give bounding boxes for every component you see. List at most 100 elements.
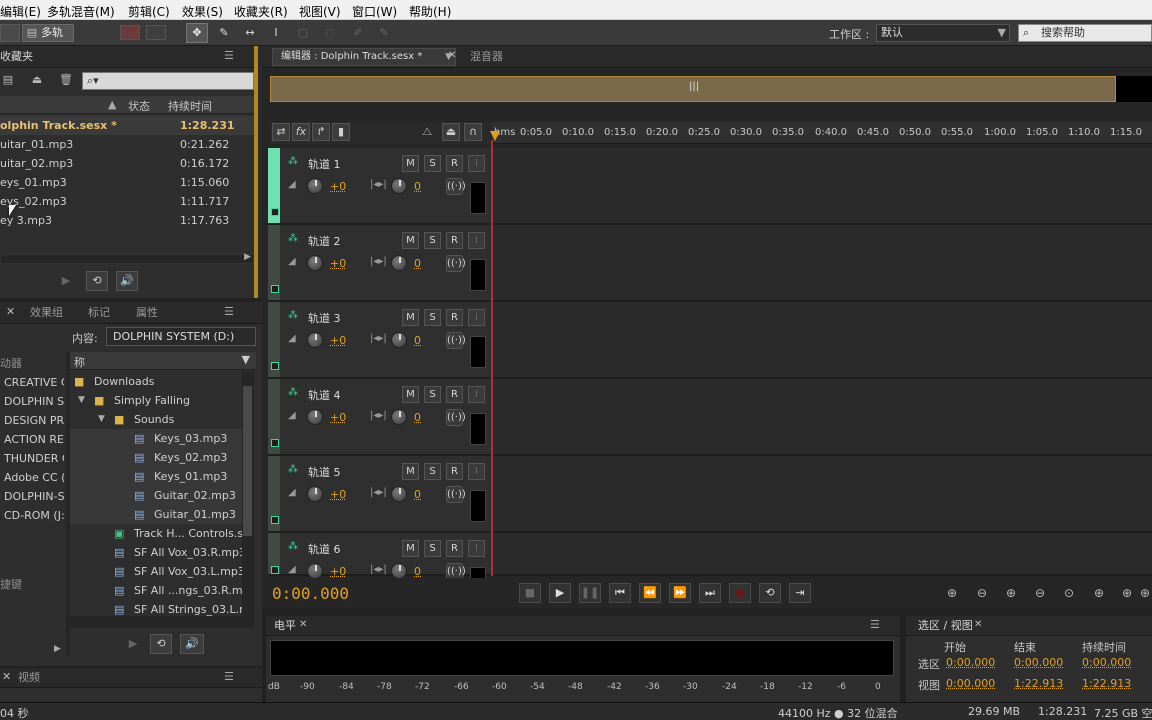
- io-toggle-icon[interactable]: ⇄: [272, 123, 290, 141]
- track-lane[interactable]: [492, 225, 1152, 302]
- spot-healing-tool-icon[interactable]: ✎: [374, 23, 394, 43]
- arm-record-button[interactable]: R: [446, 309, 463, 326]
- mute-button[interactable]: M: [402, 309, 419, 326]
- skip-clips-icon[interactable]: ⇥: [789, 583, 811, 603]
- mute-button[interactable]: M: [402, 232, 419, 249]
- tab-favorites[interactable]: 收藏夹: [0, 47, 33, 67]
- eq-toggle-icon[interactable]: ▮: [332, 123, 350, 141]
- multitrack-view-button[interactable]: ▤ 多轨: [22, 24, 74, 42]
- rewind-icon[interactable]: ⏪: [639, 583, 661, 603]
- pan-value[interactable]: 0: [414, 411, 421, 424]
- track-name[interactable]: 轨道 1: [308, 156, 341, 172]
- zoom-in-end-icon[interactable]: ⊕: [1118, 586, 1136, 602]
- input-monitor-button[interactable]: I: [468, 463, 485, 480]
- pan-knob[interactable]: [391, 486, 407, 502]
- track-header[interactable]: ⁂ 轨道 3 M S R I ◢ +0 |◂▸| 0 ((·)): [268, 302, 492, 379]
- pan-value[interactable]: 0: [414, 257, 421, 270]
- current-time-display[interactable]: 0:00.000: [272, 584, 349, 603]
- track-header[interactable]: ⁂ 轨道 5 M S R I ◢ +0 |◂▸| 0 ((·)): [268, 456, 492, 533]
- menu-help[interactable]: 帮助(H): [409, 3, 451, 20]
- pan-knob[interactable]: [391, 563, 407, 579]
- arm-record-button[interactable]: R: [446, 155, 463, 172]
- volume-knob[interactable]: [307, 409, 323, 425]
- solo-button[interactable]: S: [424, 386, 441, 403]
- file-row[interactable]: eys_01.mp3 1:15.060: [0, 173, 254, 192]
- column-duration[interactable]: 持续时间: [168, 98, 212, 114]
- pan-value[interactable]: 0: [414, 488, 421, 501]
- volume-knob[interactable]: [307, 486, 323, 502]
- loop-icon[interactable]: ⟲: [86, 271, 108, 291]
- output-routing-icon[interactable]: ((·)): [446, 178, 466, 195]
- loop-icon[interactable]: ⟲: [150, 634, 172, 654]
- volume-value[interactable]: +0: [330, 257, 346, 270]
- close-icon[interactable]: ✕: [299, 619, 307, 630]
- drive-item[interactable]: ACTION RE: [4, 430, 64, 449]
- files-horizontal-scrollbar[interactable]: ▶: [0, 252, 254, 264]
- menu-multitrack[interactable]: 多轨混音(M): [47, 3, 115, 20]
- browser-vertical-scrollbar[interactable]: [242, 372, 254, 620]
- mute-button[interactable]: M: [402, 540, 419, 557]
- mute-button[interactable]: M: [402, 386, 419, 403]
- pan-value[interactable]: 0: [414, 334, 421, 347]
- tab-editor[interactable]: 编辑器 : Dolphin Track.sesx * ▼: [272, 48, 456, 66]
- chevron-down-icon[interactable]: ▼: [242, 353, 250, 366]
- output-routing-icon[interactable]: ((·)): [446, 332, 466, 349]
- solo-button[interactable]: S: [424, 232, 441, 249]
- browser-horizontal-scrollbar[interactable]: [70, 616, 254, 628]
- track-header[interactable]: ⁂ 轨道 1 M S R I ◢ +0 |◂▸| 0 ((·)): [268, 148, 492, 225]
- close-icon[interactable]: ✕: [2, 670, 11, 683]
- file-row[interactable]: eys_02.mp3 1:11.717: [0, 192, 254, 211]
- menu-effects[interactable]: 效果(S): [182, 3, 223, 20]
- panel-menu-icon[interactable]: ☰: [870, 618, 880, 631]
- file-row[interactable]: uitar_02.mp3 0:16.172: [0, 154, 254, 173]
- tree-item[interactable]: ▤ SF All Vox_03.L.mp3: [70, 562, 242, 581]
- file-row[interactable]: ey 3.mp3 1:17.763: [0, 211, 254, 230]
- waveform-view-button[interactable]: [0, 24, 20, 42]
- speaker-icon[interactable]: 🔊: [180, 634, 204, 654]
- expand-arrow-icon[interactable]: ▼: [78, 391, 85, 410]
- spectral-display-icon[interactable]: [120, 25, 140, 40]
- drive-item[interactable]: CD-ROM (J:: [4, 506, 64, 525]
- pan-knob[interactable]: [391, 409, 407, 425]
- menu-window[interactable]: 窗口(W): [352, 3, 397, 20]
- move-tool-icon[interactable]: ✥: [186, 23, 208, 43]
- tree-item[interactable]: ▤ Keys_03.mp3: [70, 429, 242, 448]
- tab-mixer[interactable]: 混音器: [470, 47, 503, 67]
- menu-clip[interactable]: 剪辑(C): [128, 3, 170, 20]
- zoom-in-time-icon[interactable]: ⊕: [1002, 586, 1020, 602]
- drive-item[interactable]: CREATIVE C: [4, 373, 64, 392]
- output-routing-icon[interactable]: ((·)): [446, 409, 466, 426]
- panel-menu-icon[interactable]: ☰: [224, 670, 234, 683]
- volume-value[interactable]: +0: [330, 334, 346, 347]
- volume-value[interactable]: +0: [330, 488, 346, 501]
- close-icon[interactable]: ✕: [6, 305, 15, 318]
- mute-button[interactable]: M: [402, 463, 419, 480]
- pan-knob[interactable]: [391, 255, 407, 271]
- input-monitor-button[interactable]: I: [468, 540, 485, 557]
- track-header[interactable]: ⁂ 轨道 6 M S R I ◢ +0 |◂▸| 0 ((·)): [268, 533, 492, 599]
- go-to-start-icon[interactable]: ⏮: [609, 583, 631, 603]
- workspace-select[interactable]: 默认 ▼: [876, 24, 1010, 42]
- loop-playback-icon[interactable]: ⟲: [759, 583, 781, 603]
- tree-item[interactable]: ▤ Keys_01.mp3: [70, 467, 242, 486]
- column-name[interactable]: 称: [74, 354, 85, 370]
- zoom-out-full-icon[interactable]: ⊙: [1060, 586, 1078, 602]
- volume-knob[interactable]: [307, 178, 323, 194]
- zoom-in-amplitude-icon[interactable]: ⊕: [943, 586, 961, 602]
- tree-item[interactable]: ▤ Guitar_02.mp3: [70, 486, 242, 505]
- scroll-right-icon[interactable]: ▶: [54, 644, 61, 654]
- track-select-checkbox[interactable]: [271, 566, 279, 574]
- play-icon[interactable]: ▶: [549, 583, 571, 603]
- track-lane[interactable]: [492, 533, 1152, 576]
- selection-start-value[interactable]: 0:00.000: [946, 656, 995, 669]
- solo-button[interactable]: S: [424, 463, 441, 480]
- track-name[interactable]: 轨道 5: [308, 464, 341, 480]
- stop-icon[interactable]: ■: [519, 583, 541, 603]
- track-name[interactable]: 轨道 4: [308, 387, 341, 403]
- menu-edit[interactable]: 编辑(E): [0, 3, 41, 20]
- tree-item[interactable]: ▤ Guitar_01.mp3: [70, 505, 242, 524]
- arm-record-button[interactable]: R: [446, 386, 463, 403]
- column-status[interactable]: 状态: [128, 98, 150, 114]
- pan-value[interactable]: 0: [414, 565, 421, 578]
- speaker-icon[interactable]: 🔊: [116, 271, 138, 291]
